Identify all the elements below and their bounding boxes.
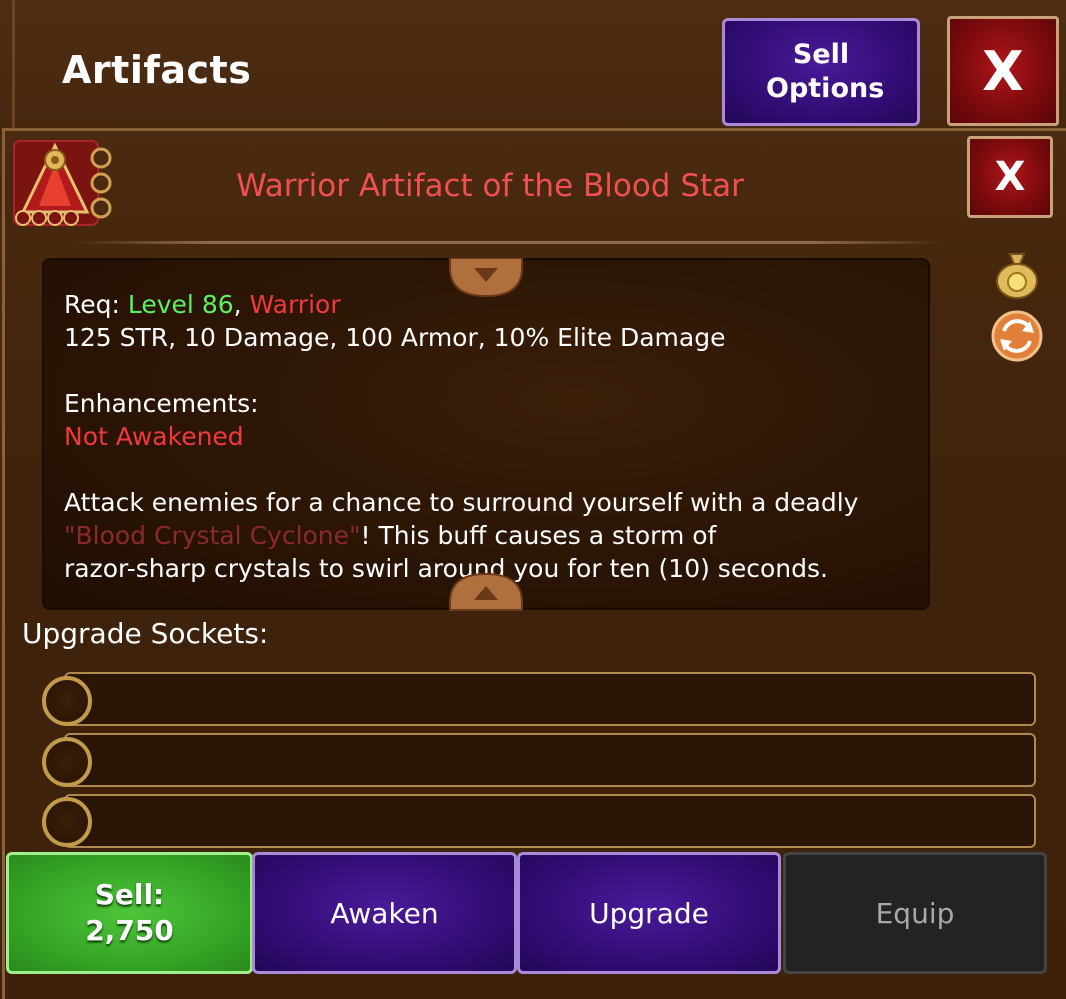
- ability-name: "Blood Crystal Cyclone": [64, 521, 361, 550]
- socket-slot-2[interactable]: [64, 733, 1036, 787]
- socket-ring-icon: [42, 797, 92, 847]
- item-name: Warrior Artifact of the Blood Star: [236, 168, 744, 204]
- sell-options-button[interactable]: Sell Options: [722, 18, 920, 126]
- upgrade-sockets-label: Upgrade Sockets:: [22, 617, 269, 650]
- item-description: Req: Level 86, Warrior 125 STR, 10 Damag…: [64, 288, 924, 585]
- upgrade-label: Upgrade: [589, 896, 709, 930]
- req-separator: ,: [233, 290, 250, 319]
- scroll-up-icon[interactable]: [448, 572, 524, 612]
- socket-slot-1[interactable]: [64, 672, 1036, 726]
- awaken-label: Awaken: [330, 896, 439, 930]
- page-title: Artifacts: [62, 48, 252, 92]
- awaken-button[interactable]: Awaken: [252, 852, 517, 974]
- socket-ring-icon: [42, 676, 92, 726]
- socket-slot-3[interactable]: [64, 794, 1036, 848]
- upgrade-button[interactable]: Upgrade: [517, 852, 781, 974]
- ability-line-2-rest: ! This buff causes a storm of: [360, 521, 717, 550]
- stats-line: 125 STR, 10 Damage, 100 Armor, 10% Elite…: [64, 323, 726, 352]
- artifacts-header: Artifacts Sell Options X: [0, 0, 1066, 135]
- ability-line-2: "Blood Crystal Cyclone"! This buff cause…: [64, 519, 924, 552]
- socket-ring-icon: [42, 737, 92, 787]
- ability-line-1: Attack enemies for a chance to surround …: [64, 488, 859, 517]
- close-item-button[interactable]: X: [967, 136, 1053, 218]
- close-icon: X: [994, 154, 1026, 200]
- item-description-box[interactable]: Req: Level 86, Warrior 125 STR, 10 Damag…: [42, 258, 930, 610]
- close-artifacts-button[interactable]: X: [947, 16, 1059, 126]
- enhancements-label: Enhancements:: [64, 389, 259, 418]
- equip-label: Equip: [875, 896, 955, 930]
- sell-price: 2,750: [85, 914, 174, 947]
- req-class: Warrior: [249, 290, 341, 319]
- sell-label: Sell:: [94, 878, 165, 911]
- req-label: Req:: [64, 290, 128, 319]
- sell-button[interactable]: Sell: 2,750: [6, 852, 253, 974]
- close-icon: X: [982, 39, 1024, 103]
- header-edge: [12, 0, 15, 130]
- scroll-down-icon[interactable]: [448, 258, 524, 298]
- enhancements-value: Not Awakened: [64, 422, 244, 451]
- equip-button[interactable]: Equip: [783, 852, 1047, 974]
- sell-options-label: Sell Options: [766, 39, 885, 104]
- artifact-screen: Artifacts Sell Options X Warrior Artifac…: [0, 0, 1066, 999]
- req-level: Level 86: [127, 290, 234, 319]
- title-divider: [75, 241, 945, 244]
- gold-bag-icon[interactable]: [990, 248, 1044, 302]
- swap-icon[interactable]: [990, 309, 1044, 363]
